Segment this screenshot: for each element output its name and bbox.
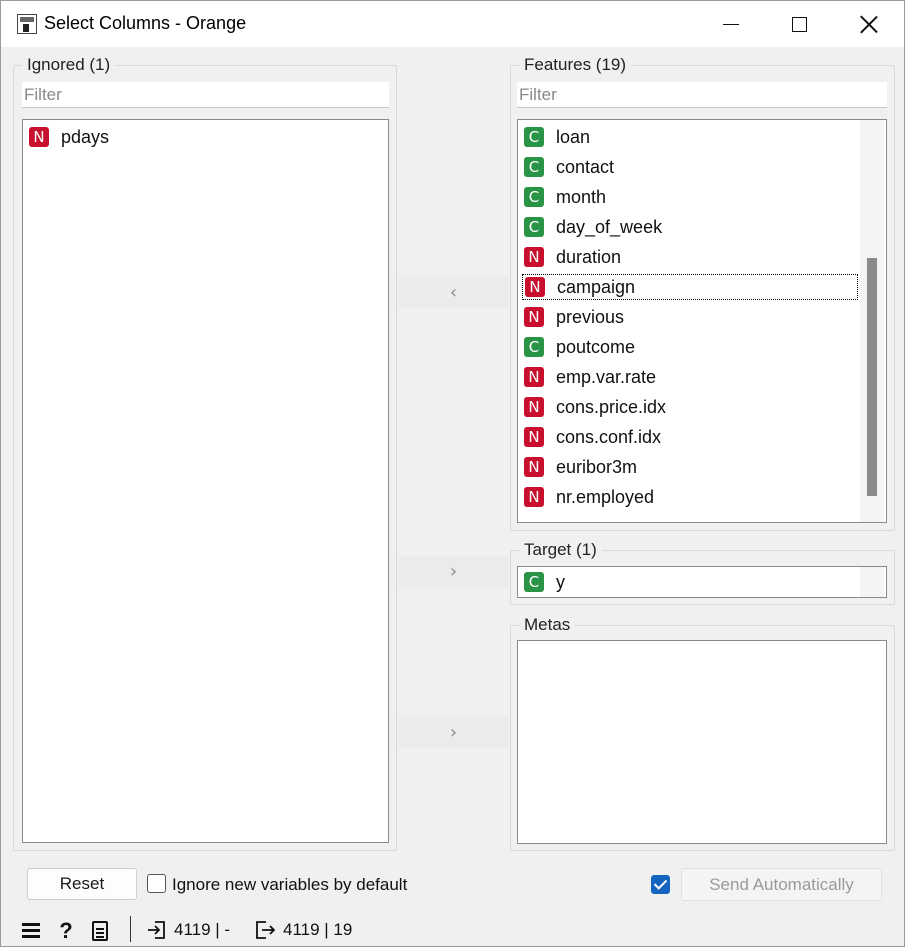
features-list-item[interactable]: Nprevious	[524, 304, 624, 330]
features-list-item[interactable]: Ncampaign	[522, 274, 858, 300]
numeric-variable-icon: N	[524, 427, 544, 447]
maximize-icon	[791, 16, 807, 32]
move-to-metas-button[interactable]: ›	[399, 717, 508, 748]
numeric-variable-icon: N	[524, 307, 544, 327]
features-list-item[interactable]: Neuribor3m	[524, 454, 637, 480]
output-summary[interactable]: 4119 | 19	[283, 920, 352, 940]
maximize-button[interactable]	[765, 1, 833, 47]
move-to-ignored-button[interactable]: ‹	[399, 277, 508, 308]
variable-name: day_of_week	[556, 216, 663, 237]
select-columns-window: Select Columns - Orange Ignored (1) Npda…	[0, 0, 905, 947]
variable-name: cons.price.idx	[556, 396, 667, 417]
metas-list[interactable]	[517, 640, 887, 844]
target-list-item[interactable]: Cy	[524, 569, 565, 595]
ignore-new-variables-checkbox[interactable]	[147, 874, 166, 893]
features-list-item[interactable]: Cloan	[524, 124, 590, 150]
chevron-right-icon: ›	[449, 722, 458, 743]
features-list-item[interactable]: Cpoutcome	[524, 334, 635, 360]
numeric-variable-icon: N	[524, 367, 544, 387]
target-group-title: Target (1)	[519, 539, 602, 561]
ignored-list-item[interactable]: Npdays	[29, 124, 109, 150]
variable-name: cons.conf.idx	[556, 426, 662, 447]
features-filter-input[interactable]	[517, 82, 887, 108]
ignored-list[interactable]: Npdays	[22, 119, 389, 843]
features-scrollbar-thumb[interactable]	[867, 258, 877, 496]
numeric-variable-icon: N	[524, 397, 544, 417]
variable-name: campaign	[557, 276, 636, 297]
reset-button[interactable]: Reset	[27, 868, 137, 900]
title-bar: Select Columns - Orange	[1, 1, 904, 47]
variable-name: emp.var.rate	[556, 366, 657, 387]
help-icon[interactable]: ?	[54, 919, 78, 943]
variable-name: duration	[556, 246, 622, 267]
variable-name: month	[556, 186, 607, 207]
report-icon[interactable]	[92, 921, 108, 941]
features-list-item[interactable]: Nduration	[524, 244, 621, 270]
variable-name: contact	[556, 156, 615, 177]
ignored-filter-input[interactable]	[22, 82, 389, 108]
window-title: Select Columns - Orange	[44, 13, 247, 33]
features-list-item[interactable]: Ncons.conf.idx	[524, 424, 661, 450]
categorical-variable-icon: C	[524, 127, 544, 147]
variable-name: nr.employed	[556, 486, 655, 507]
features-group-title: Features (19)	[519, 54, 632, 76]
numeric-variable-icon: N	[525, 277, 545, 297]
chevron-right-icon: ›	[449, 561, 458, 582]
ignored-group-title: Ignored (1)	[22, 54, 116, 76]
move-to-target-button[interactable]: ›	[399, 556, 508, 587]
categorical-variable-icon: C	[524, 187, 544, 207]
send-automatically-button[interactable]: Send Automatically	[681, 868, 882, 901]
features-list-item[interactable]: Cmonth	[524, 184, 606, 210]
status-bar: ? 4119 | - 4119 | 19	[1, 913, 904, 947]
features-list-item[interactable]: Ccontact	[524, 154, 614, 180]
features-scrollbar[interactable]	[860, 120, 884, 522]
minimize-button[interactable]	[697, 1, 765, 47]
categorical-variable-icon: C	[524, 157, 544, 177]
menu-icon[interactable]	[20, 919, 44, 943]
minimize-icon	[723, 23, 739, 25]
orange-app-icon	[17, 14, 37, 34]
status-separator	[130, 916, 131, 942]
numeric-variable-icon: N	[524, 457, 544, 477]
categorical-variable-icon: C	[524, 572, 544, 592]
numeric-variable-icon: N	[524, 247, 544, 267]
variable-name: euribor3m	[556, 456, 638, 477]
close-button[interactable]	[835, 1, 903, 47]
close-icon	[860, 15, 878, 33]
target-scroll-area	[860, 567, 884, 597]
variable-name: pdays	[61, 126, 110, 147]
send-automatically-checkbox[interactable]	[651, 875, 670, 894]
features-list-item[interactable]: Nnr.employed	[524, 484, 654, 510]
categorical-variable-icon: C	[524, 217, 544, 237]
output-icon	[256, 921, 275, 939]
variable-name: y	[556, 571, 565, 592]
metas-group-title: Metas	[519, 614, 576, 636]
chevron-left-icon: ‹	[449, 282, 458, 303]
target-list[interactable]: Cy	[517, 566, 887, 598]
categorical-variable-icon: C	[524, 337, 544, 357]
input-icon	[148, 921, 165, 939]
features-list-item[interactable]: Cday_of_week	[524, 214, 662, 240]
features-list-item[interactable]: Ncons.price.idx	[524, 394, 666, 420]
variable-name: poutcome	[556, 336, 636, 357]
features-list-item[interactable]: Nemp.var.rate	[524, 364, 656, 390]
features-list[interactable]: Cloan Ccontact Cmonth Cday_of_week Nduration…	[517, 119, 887, 523]
ignore-new-variables-label: Ignore new variables by default	[172, 875, 408, 894]
input-summary[interactable]: 4119 | -	[174, 920, 230, 940]
numeric-variable-icon: N	[524, 487, 544, 507]
variable-name: previous	[556, 306, 625, 327]
numeric-variable-icon: N	[29, 127, 49, 147]
variable-name: loan	[556, 126, 591, 147]
